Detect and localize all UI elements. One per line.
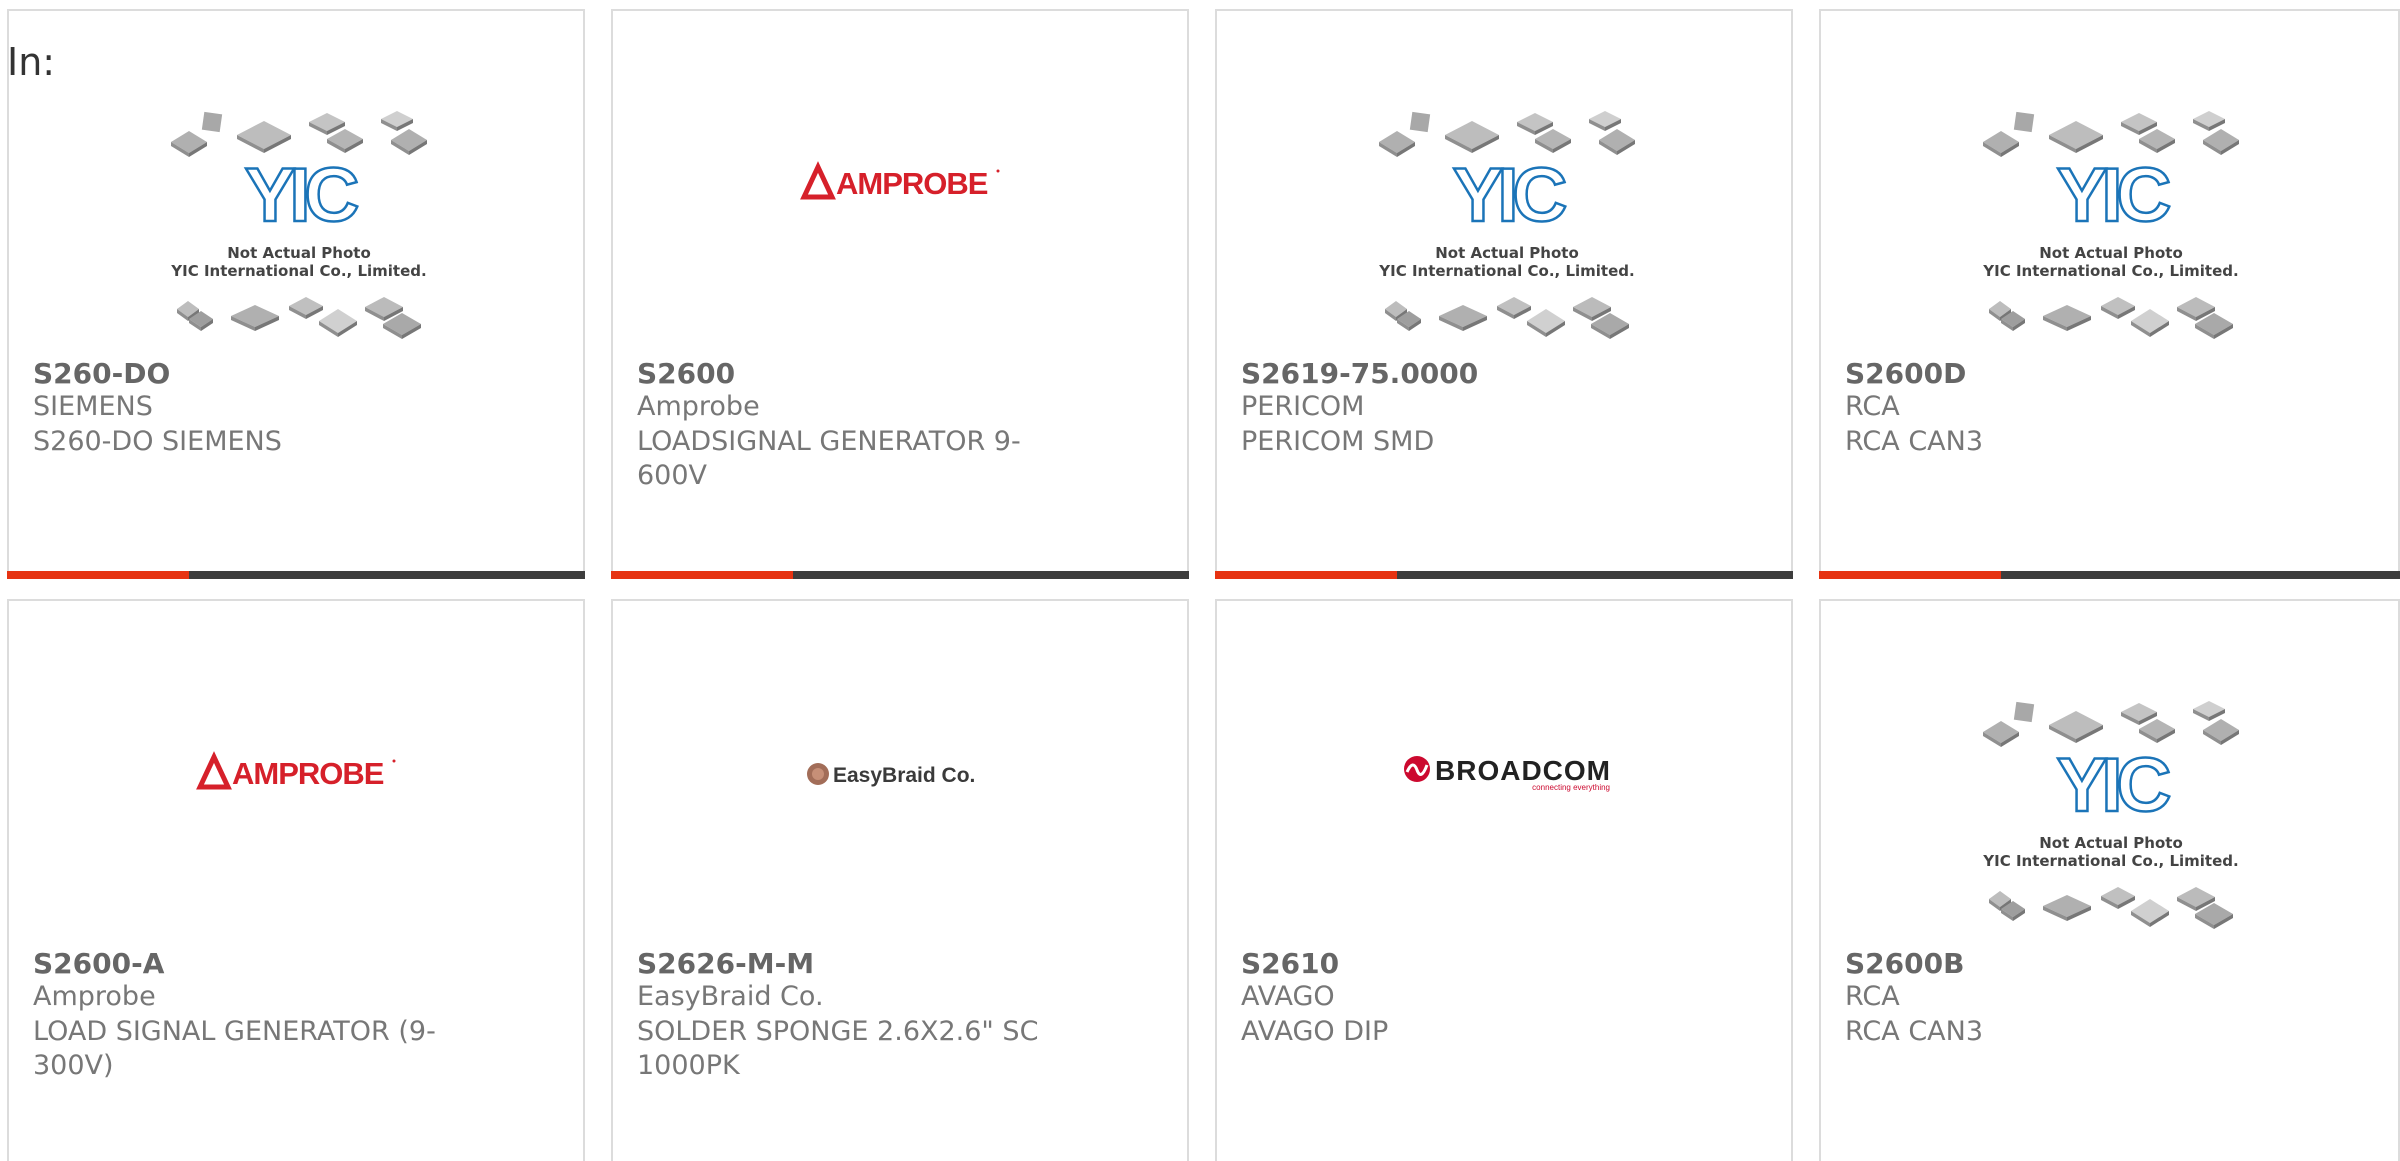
svg-text:YIC: YIC <box>2057 743 2170 828</box>
product-brand: PERICOM <box>1241 391 1365 422</box>
product-part-number[interactable]: S260-DO <box>33 357 170 390</box>
svg-text:YIC: YIC <box>1453 153 1566 238</box>
svg-text:Not Actual Photo: Not Actual Photo <box>1435 244 1579 262</box>
product-description: PERICOM SMD <box>1241 426 1435 457</box>
amprobe-logo: AMPROBE <box>196 751 396 795</box>
product-card[interactable]: EasyBraid Co. S2626-M-M EasyBraid Co. SO… <box>611 599 1189 1161</box>
svg-text:connecting everything: connecting everything <box>1532 783 1610 792</box>
card-bar-accent <box>1215 571 1397 579</box>
yic-placeholder-image: YIC Not Actual Photo YIC International C… <box>1971 101 2251 351</box>
yic-placeholder-image: YIC Not Actual Photo YIC International C… <box>1971 691 2251 941</box>
product-brand: RCA <box>1845 981 1900 1012</box>
product-card[interactable]: BROADCOM connecting everything S2610 AVA… <box>1215 599 1793 1161</box>
product-card[interactable]: YIC Not Actual Photo YIC International C… <box>7 9 585 579</box>
product-image[interactable]: EasyBraid Co. <box>613 601 1187 941</box>
product-card[interactable]: AMPROBE S2600 Amprobe LOADSIGNAL GENERAT… <box>611 9 1189 579</box>
product-card[interactable]: YIC Not Actual Photo YIC International C… <box>1819 599 2400 1161</box>
product-part-number[interactable]: S2600 <box>637 357 735 390</box>
product-description: LOAD SIGNAL GENERATOR (9-300V) <box>33 1016 436 1081</box>
svg-text:YIC: YIC <box>245 153 358 238</box>
svg-text:YIC International Co., Limited: YIC International Co., Limited. <box>170 262 426 280</box>
product-brand: Amprobe <box>637 391 760 422</box>
product-image[interactable]: AMPROBE <box>613 11 1187 351</box>
product-brand: AVAGO <box>1241 981 1335 1012</box>
card-bottom-bar <box>611 571 1189 579</box>
product-part-number[interactable]: S2600B <box>1845 947 1964 980</box>
svg-text:Not Actual Photo: Not Actual Photo <box>2039 244 2183 262</box>
svg-text:Not Actual Photo: Not Actual Photo <box>227 244 371 262</box>
product-description: AVAGO DIP <box>1241 1016 1389 1047</box>
product-card[interactable]: YIC Not Actual Photo YIC International C… <box>1819 9 2400 579</box>
product-grid-page: In: YIC Not Actual Photo YIC Internation… <box>0 0 2400 1161</box>
svg-text:YIC International Co., Limited: YIC International Co., Limited. <box>1982 852 2238 870</box>
broadcom-logo: BROADCOM connecting everything <box>1403 753 1613 797</box>
card-bar-accent <box>1819 571 2001 579</box>
svg-text:YIC: YIC <box>2057 153 2170 238</box>
product-brand: EasyBraid Co. <box>637 981 824 1012</box>
product-part-number[interactable]: S2619-75.0000 <box>1241 357 1478 390</box>
product-part-number[interactable]: S2610 <box>1241 947 1339 980</box>
product-image[interactable]: YIC Not Actual Photo YIC International C… <box>1217 11 1791 351</box>
product-image[interactable]: YIC Not Actual Photo YIC International C… <box>1821 11 2395 351</box>
svg-text:YIC International Co., Limited: YIC International Co., Limited. <box>1378 262 1634 280</box>
product-description: S260-DO SIEMENS <box>33 426 282 457</box>
svg-text:EasyBraid Co.: EasyBraid Co. <box>833 764 975 787</box>
product-card[interactable]: AMPROBE S2600-A Amprobe LOAD SIGNAL GENE… <box>7 599 585 1161</box>
yic-placeholder-image: YIC Not Actual Photo YIC International C… <box>159 101 439 351</box>
svg-text:Not Actual Photo: Not Actual Photo <box>2039 834 2183 852</box>
easybraid-logo: EasyBraid Co. <box>805 759 1005 793</box>
product-grid: YIC Not Actual Photo YIC International C… <box>0 0 2400 1161</box>
product-description: RCA CAN3 <box>1845 1016 1984 1047</box>
product-card[interactable]: YIC Not Actual Photo YIC International C… <box>1215 9 1793 579</box>
product-description: RCA CAN3 <box>1845 426 1984 457</box>
product-image[interactable]: AMPROBE <box>9 601 583 941</box>
card-bar-accent <box>611 571 793 579</box>
svg-text:AMPROBE: AMPROBE <box>232 756 384 791</box>
card-bottom-bar <box>7 571 585 579</box>
svg-text:BROADCOM: BROADCOM <box>1435 755 1611 786</box>
product-part-number[interactable]: S2600-A <box>33 947 164 980</box>
product-description: SOLDER SPONGE 2.6X2.6" SC 1000PK <box>637 1016 1039 1081</box>
product-image[interactable]: YIC Not Actual Photo YIC International C… <box>9 11 583 351</box>
product-image[interactable]: YIC Not Actual Photo YIC International C… <box>1821 601 2395 941</box>
product-part-number[interactable]: S2600D <box>1845 357 1966 390</box>
product-part-number[interactable]: S2626-M-M <box>637 947 814 980</box>
svg-text:AMPROBE: AMPROBE <box>836 166 988 201</box>
card-bar-accent <box>7 571 189 579</box>
product-brand: RCA <box>1845 391 1900 422</box>
product-brand: Amprobe <box>33 981 156 1012</box>
product-brand: SIEMENS <box>33 391 153 422</box>
product-description: LOADSIGNAL GENERATOR 9-600V <box>637 426 1021 491</box>
yic-placeholder-image: YIC Not Actual Photo YIC International C… <box>1367 101 1647 351</box>
card-bottom-bar <box>1819 571 2400 579</box>
card-bottom-bar <box>1215 571 1793 579</box>
svg-text:YIC International Co., Limited: YIC International Co., Limited. <box>1982 262 2238 280</box>
product-image[interactable]: BROADCOM connecting everything <box>1217 601 1791 941</box>
amprobe-logo: AMPROBE <box>800 161 1000 205</box>
in-label: In: <box>7 40 56 84</box>
